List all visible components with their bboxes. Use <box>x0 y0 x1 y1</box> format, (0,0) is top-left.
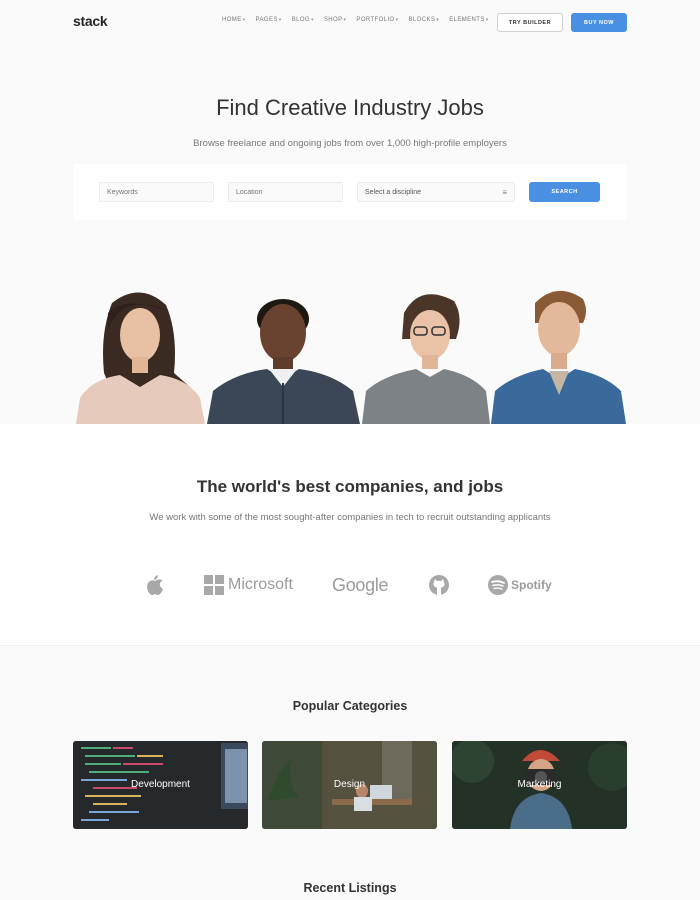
menu-item-elements[interactable]: ELEMENTS▾ <box>449 17 488 23</box>
people-photo-strip <box>74 283 626 424</box>
location-input[interactable] <box>228 182 343 202</box>
microsoft-logo: Microsoft <box>204 573 293 597</box>
chevron-down-icon: ▾ <box>242 17 246 23</box>
buy-now-button[interactable]: BUY NOW <box>571 13 627 32</box>
microsoft-squares-icon <box>204 575 224 595</box>
categories-section: Popular Categories Development Design Ma… <box>0 645 700 900</box>
menu-item-pages[interactable]: PAGES▾ <box>256 17 282 23</box>
keywords-input[interactable] <box>99 182 214 202</box>
discipline-select[interactable]: Select a discipline ≡ <box>357 182 515 202</box>
menu-item-home[interactable]: HOME▾ <box>222 17 246 23</box>
companies-subtitle: We work with some of the most sought-aft… <box>149 512 551 523</box>
chevron-down-icon: ▾ <box>343 17 347 23</box>
person-photo-2 <box>207 299 360 424</box>
menu-item-portfolio[interactable]: PORTFOLIO▾ <box>356 17 398 23</box>
discipline-select-value: Select a discipline <box>365 188 422 196</box>
google-logo: Google <box>332 574 389 595</box>
categories-title: Popular Categories <box>292 699 408 713</box>
apple-logo-icon <box>146 573 164 597</box>
recent-listings-title: Recent Listings <box>303 881 397 895</box>
category-label: Development <box>131 779 190 790</box>
category-label: Design <box>333 779 366 790</box>
category-card-marketing[interactable]: Marketing <box>452 741 627 829</box>
menu-lines-icon: ≡ <box>502 187 507 197</box>
logo[interactable]: stack <box>73 13 108 29</box>
github-logo-icon <box>428 573 450 597</box>
menu-item-shop[interactable]: SHOP▾ <box>324 17 347 23</box>
chevron-down-icon: ▾ <box>310 17 314 23</box>
main-menu: HOME▾ PAGES▾ BLOG▾ SHOP▾ PORTFOLIO▾ BLOC… <box>222 17 499 23</box>
category-card-development[interactable]: Development <box>73 741 248 829</box>
try-builder-button[interactable]: TRY BUILDER <box>497 13 563 32</box>
person-photo-1 <box>76 292 205 424</box>
top-navigation: stack HOME▾ PAGES▾ BLOG▾ SHOP▾ PORTFOLIO… <box>0 0 700 44</box>
category-label: Marketing <box>517 779 562 790</box>
category-card-design[interactable]: Design <box>262 741 437 829</box>
spotify-logo: Spotify <box>488 573 552 597</box>
page-title: Find Creative Industry Jobs <box>216 95 484 120</box>
chevron-down-icon: ▾ <box>395 17 399 23</box>
spotify-circle-icon <box>488 575 508 595</box>
job-search-form: Select a discipline ≡ SEARCH <box>73 164 627 220</box>
chevron-down-icon: ▾ <box>485 17 489 23</box>
menu-item-blog[interactable]: BLOG▾ <box>292 17 314 23</box>
person-photo-4 <box>491 290 626 424</box>
company-logos: Microsoft Google Spotify <box>0 573 700 597</box>
chevron-down-icon: ▾ <box>436 17 440 23</box>
companies-title: The world's best companies, and jobs <box>196 477 504 496</box>
hero-subtitle: Browse freelance and ongoing jobs from o… <box>193 138 507 149</box>
menu-item-blocks[interactable]: BLOCKS▾ <box>409 17 440 23</box>
companies-section: The world's best companies, and jobs We … <box>0 424 700 645</box>
search-button[interactable]: SEARCH <box>529 182 600 202</box>
person-photo-3 <box>362 294 490 424</box>
chevron-down-icon: ▾ <box>278 17 282 23</box>
